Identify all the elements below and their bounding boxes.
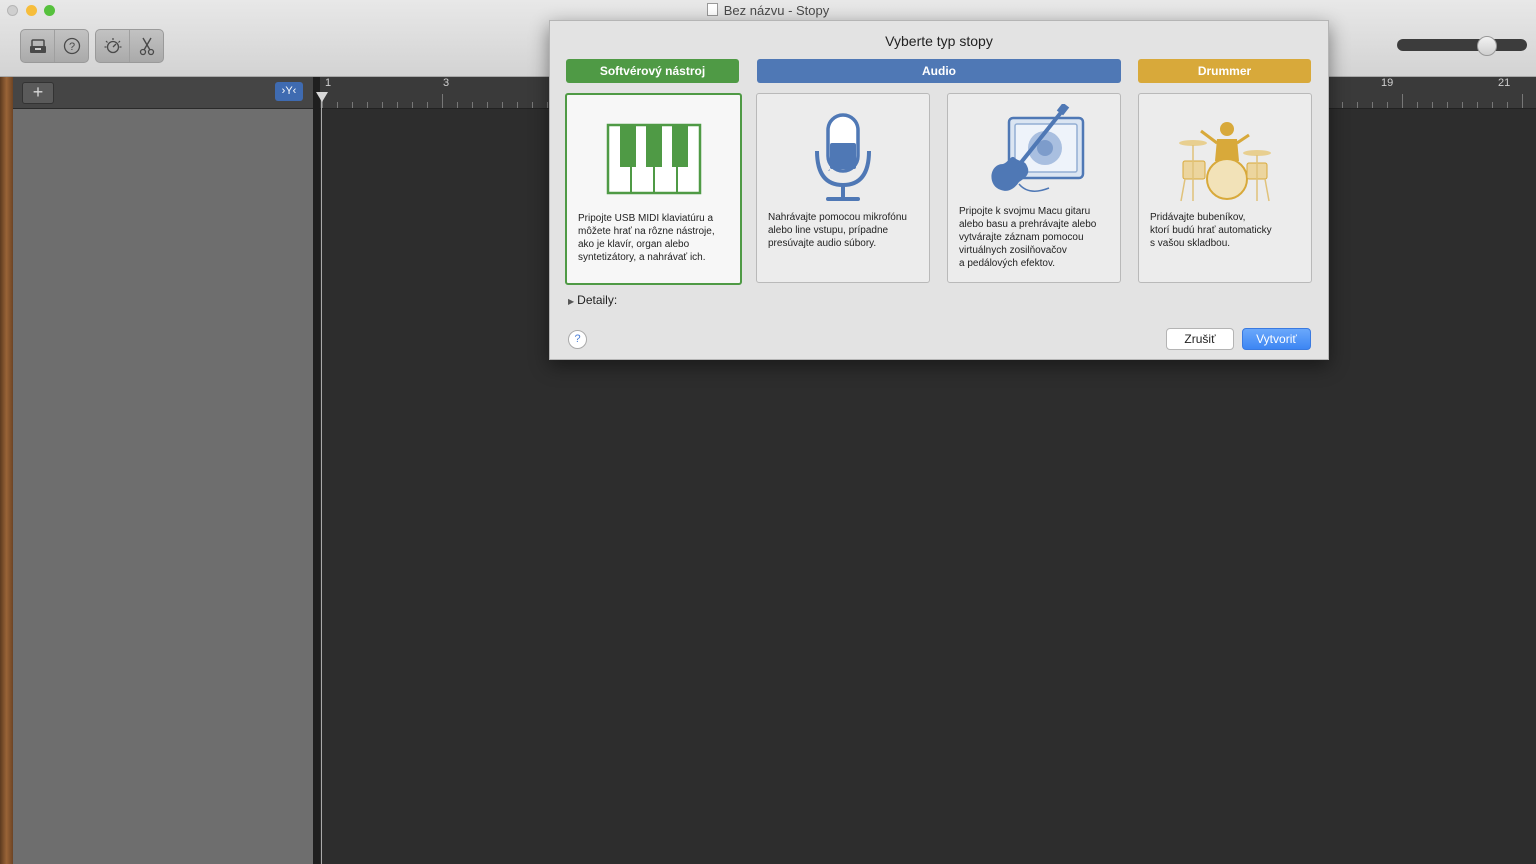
panel-divider[interactable] bbox=[313, 77, 320, 864]
ruler-label: 19 bbox=[1381, 77, 1394, 89]
ruler-tick bbox=[1522, 94, 1523, 108]
details-label: Detaily: bbox=[577, 293, 618, 307]
card-description: Pripojte USB MIDI klaviatúru a môžete hr… bbox=[578, 212, 732, 264]
ruler-tick bbox=[502, 102, 503, 108]
card-line: Pripojte k svojmu Macu gitaru bbox=[959, 206, 1091, 217]
ruler-tick bbox=[487, 102, 488, 108]
ruler-tick bbox=[1357, 102, 1358, 108]
ruler-tick bbox=[1387, 102, 1388, 108]
ruler-tick bbox=[1372, 102, 1373, 108]
toolbar-group-left: ? bbox=[20, 29, 89, 63]
dialog-help-button[interactable]: ? bbox=[568, 330, 587, 349]
ruler-tick bbox=[382, 102, 383, 108]
ruler-tick bbox=[397, 102, 398, 108]
card-line: Pripojte USB MIDI klaviatúru a bbox=[578, 213, 714, 224]
disclosure-triangle-icon: ▶ bbox=[568, 297, 575, 306]
document-icon bbox=[706, 3, 718, 16]
ruler-tick bbox=[547, 102, 548, 108]
toolbar-group-right bbox=[95, 29, 164, 63]
ruler-tick bbox=[1477, 102, 1478, 108]
library-icon bbox=[29, 39, 46, 53]
master-volume-slider[interactable] bbox=[1397, 39, 1527, 51]
tab-drummer[interactable]: Drummer bbox=[1138, 59, 1311, 83]
master-volume-knob[interactable] bbox=[1477, 36, 1497, 56]
drummer-icon bbox=[1139, 108, 1311, 208]
ruler-tick bbox=[367, 102, 368, 108]
card-line: s vašou skladbou. bbox=[1150, 238, 1231, 249]
ruler-tick bbox=[1447, 102, 1448, 108]
smart-controls-icon bbox=[104, 38, 121, 54]
quick-help-button[interactable]: ? bbox=[55, 30, 88, 62]
card-line: alebo line vstupu, prípadne bbox=[768, 225, 889, 236]
help-icon: ? bbox=[63, 37, 80, 55]
card-line: ktorí budú hrať automaticky bbox=[1150, 225, 1272, 236]
audio-microphone-card[interactable]: Nahrávajte pomocou mikrofónu alebo line … bbox=[756, 93, 930, 283]
ruler-tick bbox=[532, 102, 533, 108]
ruler-tick bbox=[457, 102, 458, 108]
microphone-icon bbox=[757, 108, 929, 208]
track-headers-panel: + ›Y‹ bbox=[13, 77, 313, 864]
card-description: Pridávajte bubeníkov, ktorí budú hrať au… bbox=[1150, 211, 1303, 250]
ruler-label: 1 bbox=[325, 77, 332, 89]
ruler-label: 21 bbox=[1498, 77, 1511, 89]
new-track-dialog: Vyberte typ stopy Softvérový nástroj Aud… bbox=[549, 20, 1329, 360]
drummer-card[interactable]: Pridávajte bubeníkov, ktorí budú hrať au… bbox=[1138, 93, 1312, 283]
smart-controls-button[interactable] bbox=[96, 30, 130, 62]
card-description: Pripojte k svojmu Macu gitaru alebo basu… bbox=[959, 205, 1112, 270]
ruler-tick bbox=[412, 102, 413, 108]
card-line: a pedálových efektov. bbox=[959, 258, 1055, 269]
dialog-title: Vyberte typ stopy bbox=[885, 33, 993, 49]
wood-side-panel bbox=[0, 77, 13, 864]
ruler-tick bbox=[1507, 102, 1508, 108]
ruler-tick bbox=[1462, 102, 1463, 108]
card-line: virtuálnych zosilňovačov bbox=[959, 245, 1067, 256]
catch-playhead-button[interactable]: ›Y‹ bbox=[275, 82, 303, 101]
editors-button[interactable] bbox=[130, 30, 163, 62]
ruler-tick bbox=[442, 94, 443, 108]
piano-keys-icon bbox=[567, 109, 740, 209]
card-line: Nahrávajte pomocou mikrofónu bbox=[768, 212, 907, 223]
card-line: alebo basu a prehrávajte alebo bbox=[959, 219, 1097, 230]
ruler-tick bbox=[1432, 102, 1433, 108]
guitar-amp-icon bbox=[948, 102, 1120, 202]
ruler-tick bbox=[1417, 102, 1418, 108]
window-title-text: Bez názvu - Stopy bbox=[723, 3, 830, 18]
cancel-button[interactable]: Zrušiť bbox=[1166, 328, 1234, 350]
add-track-button[interactable]: + bbox=[22, 82, 54, 104]
playhead[interactable] bbox=[321, 97, 322, 864]
card-line: presúvajte audio súbory. bbox=[768, 238, 877, 249]
playhead-handle[interactable] bbox=[316, 92, 328, 102]
library-button[interactable] bbox=[21, 30, 55, 62]
tab-audio[interactable]: Audio bbox=[757, 59, 1121, 83]
card-line: vytvárajte záznam pomocou bbox=[959, 232, 1084, 243]
ruler-tick bbox=[427, 102, 428, 108]
tab-software-instrument[interactable]: Softvérový nástroj bbox=[566, 59, 739, 83]
ruler-tick bbox=[517, 102, 518, 108]
audio-guitar-card[interactable]: Pripojte k svojmu Macu gitaru alebo basu… bbox=[947, 93, 1121, 283]
window-title: Bez názvu - Stopy bbox=[0, 3, 1536, 18]
ruler-tick bbox=[352, 102, 353, 108]
ruler-tick bbox=[472, 102, 473, 108]
ruler-tick bbox=[1342, 102, 1343, 108]
ruler-label: 3 bbox=[443, 77, 450, 89]
card-line: Pridávajte bubeníkov, bbox=[1150, 212, 1246, 223]
ruler-tick bbox=[1402, 94, 1403, 108]
card-line: ako je klavír, organ alebo bbox=[578, 239, 690, 250]
track-headers-toolbar: + ›Y‹ bbox=[13, 77, 313, 109]
ruler-tick bbox=[1492, 102, 1493, 108]
card-line: syntetizátory, a nahrávať ich. bbox=[578, 252, 706, 263]
software-instrument-card[interactable]: Pripojte USB MIDI klaviatúru a môžete hr… bbox=[565, 93, 742, 285]
card-description: Nahrávajte pomocou mikrofónu alebo line … bbox=[768, 211, 921, 250]
scissors-icon bbox=[139, 37, 154, 56]
svg-text:?: ? bbox=[68, 41, 74, 53]
ruler-tick bbox=[337, 102, 338, 108]
card-line: môžete hrať na rôzne nástroje, bbox=[578, 226, 715, 237]
details-disclosure[interactable]: ▶ Detaily: bbox=[568, 293, 617, 307]
create-button[interactable]: Vytvoriť bbox=[1242, 328, 1311, 350]
